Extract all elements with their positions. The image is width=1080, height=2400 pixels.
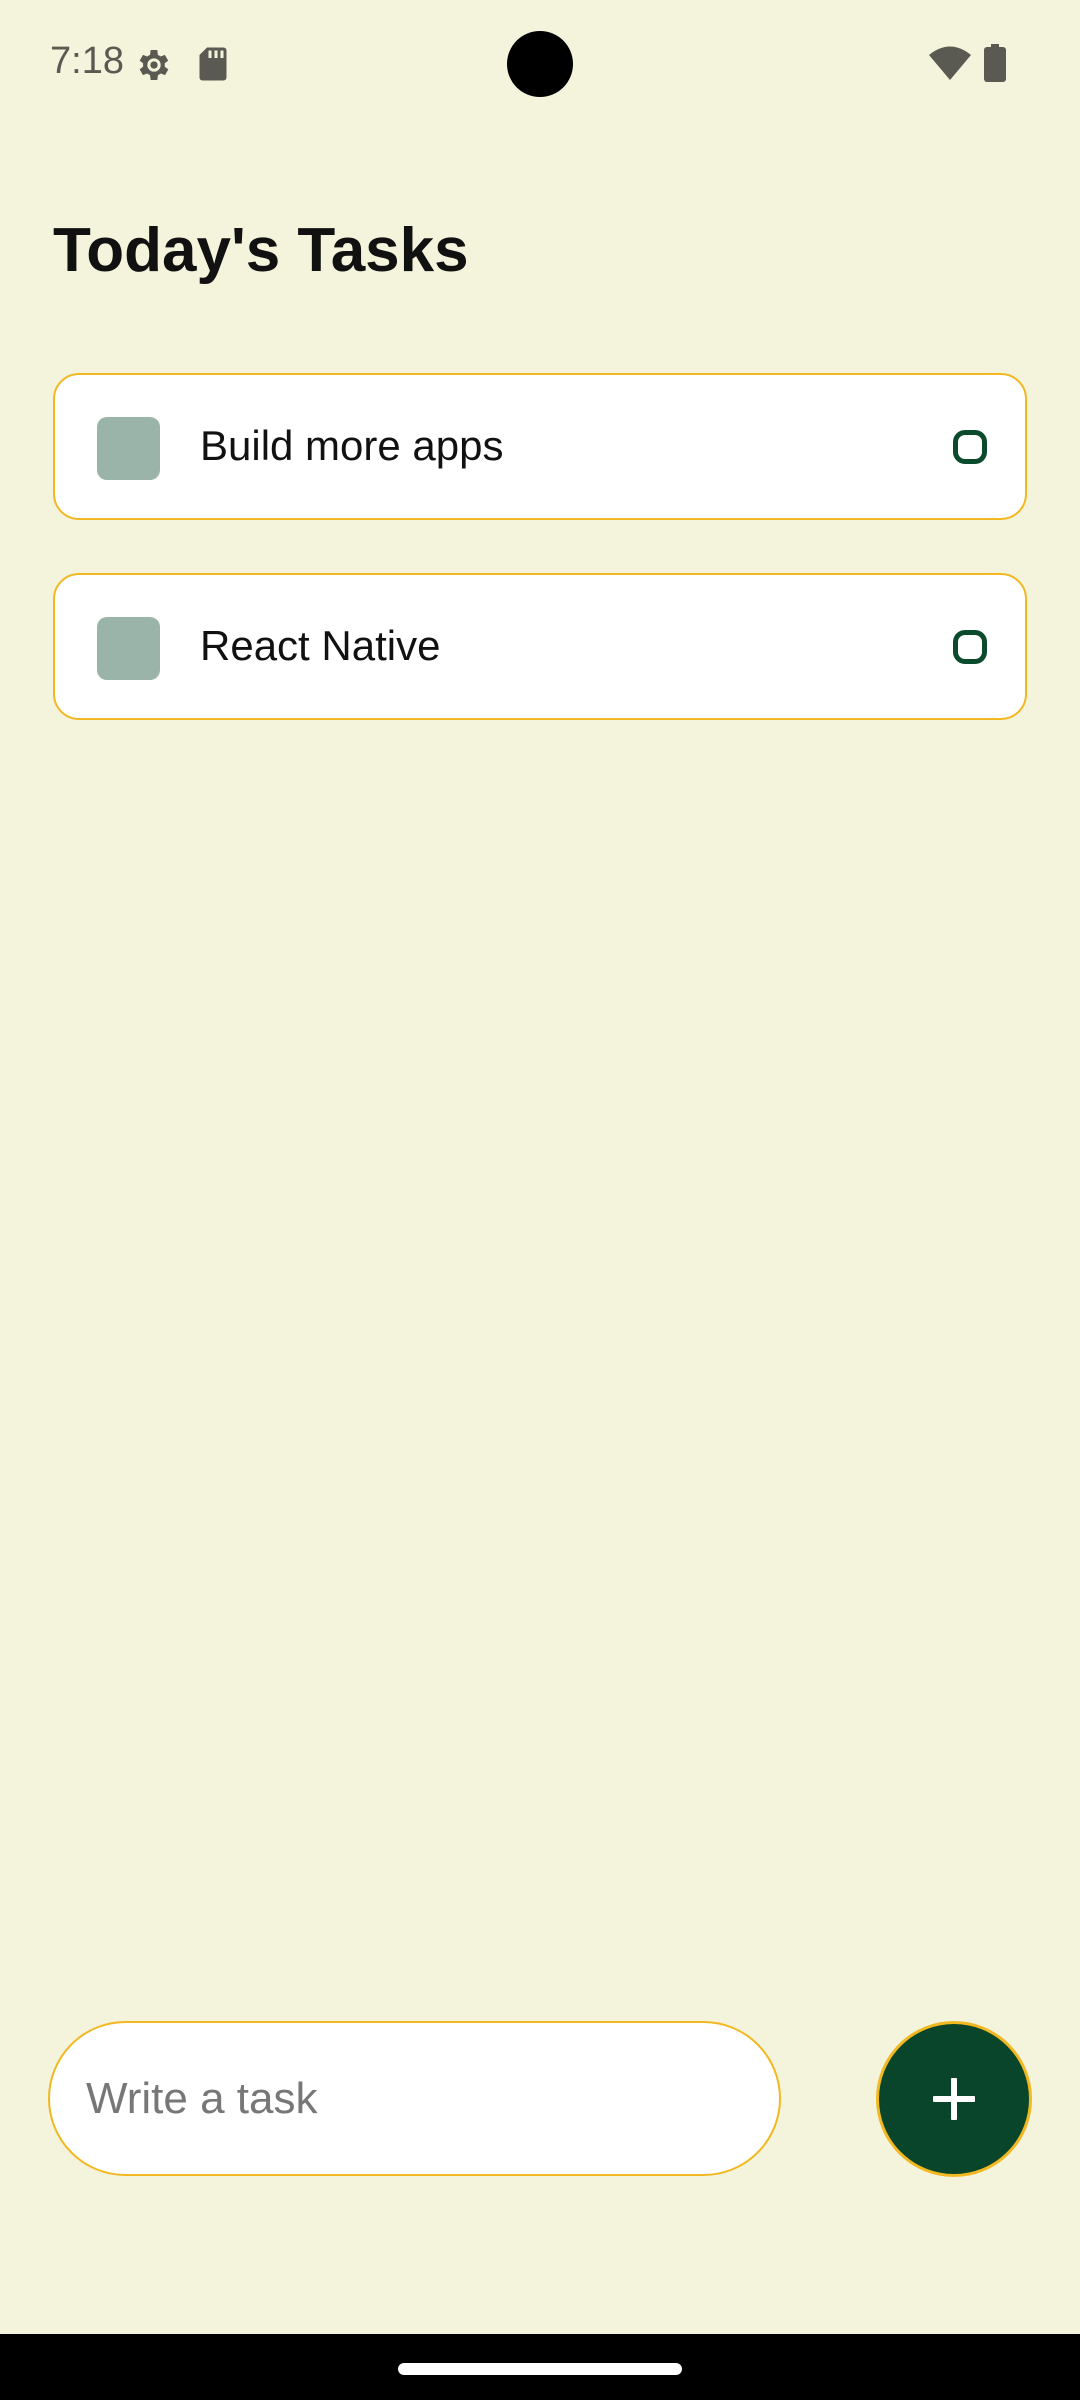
task-square-icon bbox=[97, 417, 160, 480]
add-task-button[interactable] bbox=[876, 2021, 1032, 2177]
task-item[interactable]: Build more apps bbox=[53, 373, 1027, 520]
battery-icon bbox=[984, 44, 1006, 87]
app-screen: 7:18 Today's Tasks Build more apps React… bbox=[0, 0, 1080, 2400]
task-list: Build more apps React Native bbox=[53, 373, 1027, 773]
plus-icon bbox=[933, 2078, 975, 2120]
status-time: 7:18 bbox=[50, 40, 124, 82]
home-indicator[interactable] bbox=[398, 2363, 682, 2375]
task-square-icon bbox=[97, 617, 160, 680]
camera-cutout bbox=[507, 31, 573, 97]
wifi-icon bbox=[929, 46, 971, 85]
page-title: Today's Tasks bbox=[53, 216, 469, 285]
task-label: React Native bbox=[200, 622, 441, 669]
task-label: Build more apps bbox=[200, 422, 504, 469]
task-circle-icon bbox=[953, 630, 987, 664]
task-input[interactable] bbox=[48, 2021, 781, 2176]
sd-card-icon bbox=[198, 46, 228, 87]
task-circle-icon bbox=[953, 430, 987, 464]
task-item[interactable]: React Native bbox=[53, 573, 1027, 720]
settings-gear-icon bbox=[134, 45, 174, 90]
status-bar: 7:18 bbox=[0, 0, 1080, 130]
